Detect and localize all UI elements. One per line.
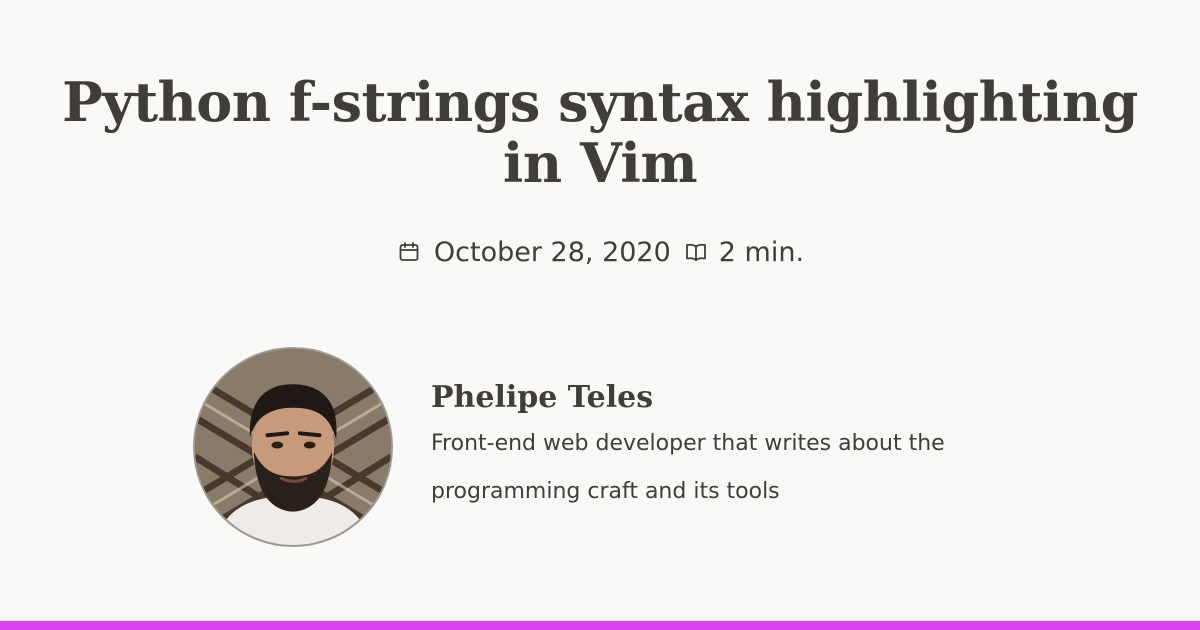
accent-bar — [0, 621, 1200, 630]
reading-time: 2 min. — [718, 236, 805, 268]
post-title: Python f-strings syntax highlighting in … — [62, 70, 1138, 195]
author-photo — [195, 349, 391, 545]
post-meta: October 28, 2020 2 min. — [0, 232, 1200, 272]
post-date: October 28, 2020 — [433, 236, 671, 268]
author-bio: Front-end web developer that writes abou… — [431, 431, 945, 504]
calendar-icon — [396, 239, 422, 265]
author-avatar — [193, 347, 393, 547]
author-name: Phelipe Teles — [431, 380, 654, 415]
open-book-icon — [683, 239, 709, 265]
